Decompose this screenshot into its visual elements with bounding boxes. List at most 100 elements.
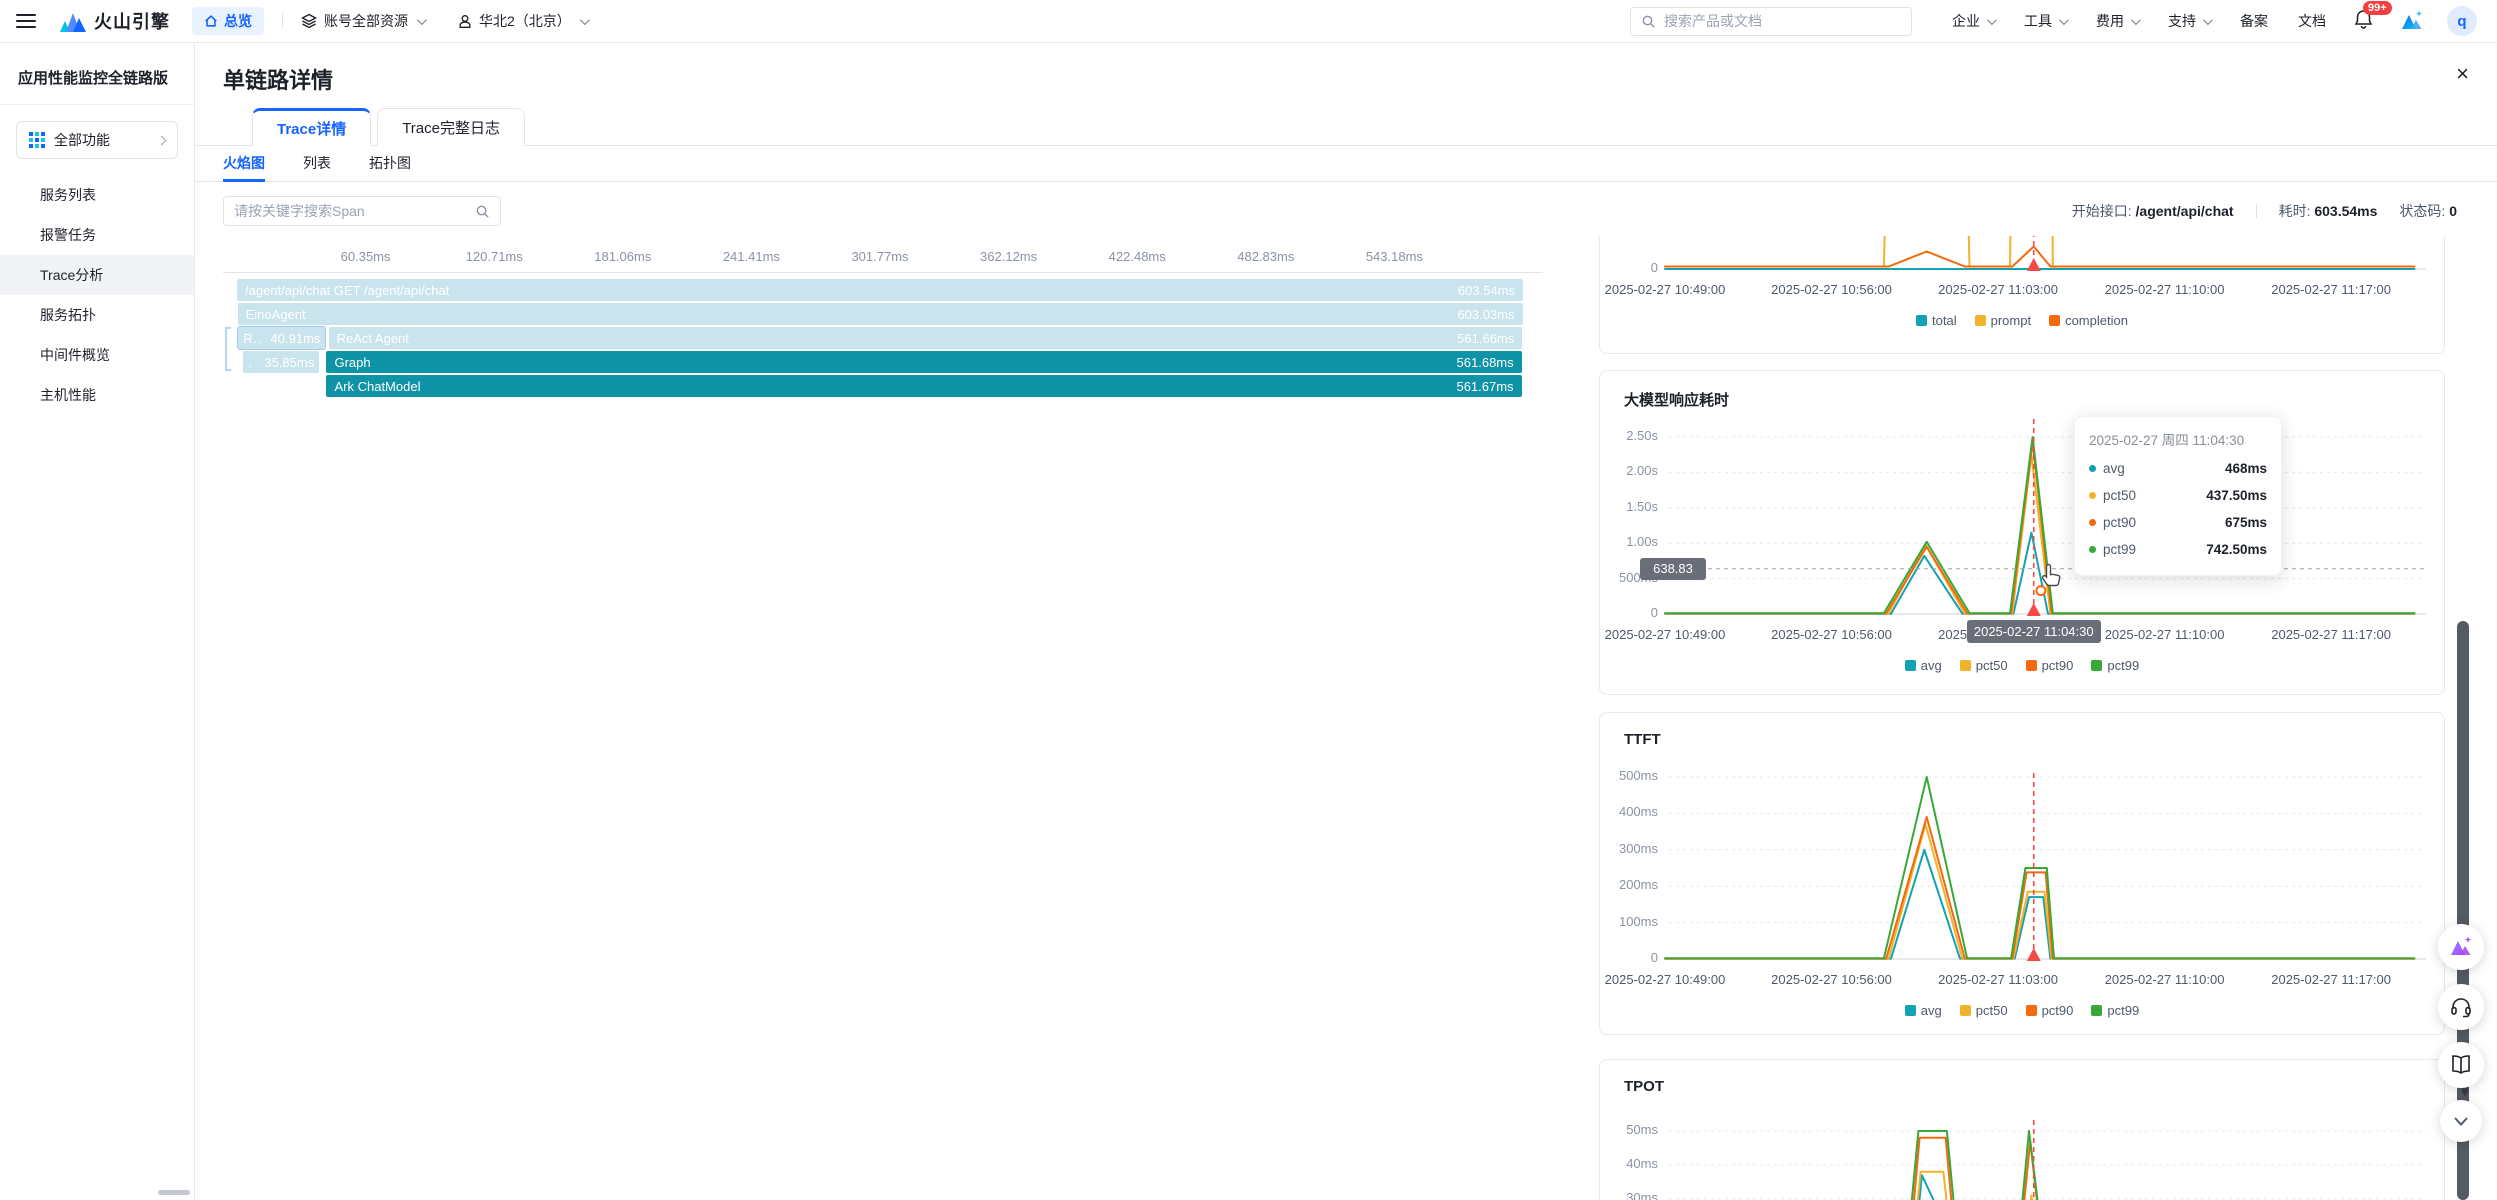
nav-menu-item[interactable]: 文档 — [2298, 11, 2326, 31]
sidebar-item[interactable]: 服务拓扑 — [0, 295, 194, 335]
tab[interactable]: Trace完整日志 — [377, 108, 525, 146]
page-title: 单链路详情 — [223, 63, 333, 95]
flame-axis-tick: 181.06ms — [578, 249, 668, 264]
nav-menu-item[interactable]: 工具 — [2024, 11, 2066, 31]
chart-legend: avg pct50 pct90 pct99 — [1600, 658, 2444, 673]
global-search[interactable] — [1630, 7, 1912, 36]
sidebar-item[interactable]: 主机性能 — [0, 375, 194, 415]
logo-mountain-icon — [58, 8, 88, 34]
search-icon — [475, 204, 490, 219]
flame-span[interactable]: EinoAgent603.03ms — [238, 303, 1523, 325]
nav-divider — [282, 13, 283, 29]
region-select[interactable]: 华北2（北京） — [458, 11, 587, 31]
legend-item[interactable]: avg — [1905, 1003, 1942, 1018]
top-nav: 火山引擎 总览 账号全部资源 — [0, 0, 2497, 43]
span-search-input[interactable] — [234, 203, 467, 219]
y-axis-tick: 2.00s — [1600, 463, 1658, 478]
chevron-down-icon — [1987, 15, 1997, 25]
flame-span[interactable]: ReAct Agent561.66ms — [329, 327, 1523, 349]
sidebar-item[interactable]: Trace分析 — [0, 255, 194, 295]
legend-item[interactable]: pct90 — [2026, 658, 2074, 673]
x-axis-tick: 2025-02-27 11:03:00 — [1918, 282, 2078, 297]
ai-assistant-icon[interactable] — [2399, 9, 2425, 33]
legend-item[interactable]: prompt — [1975, 313, 2031, 328]
flame-span[interactable]: /agent/api/chat GET /agent/api/chat603.5… — [237, 279, 1523, 301]
flame-axis-tick: 301.77ms — [835, 249, 925, 264]
tooltip-row: pct90675ms — [2089, 509, 2267, 536]
sidebar-item[interactable]: 服务列表 — [0, 175, 194, 215]
flame-span[interactable]: …35.85ms — [243, 351, 319, 373]
legend-item[interactable]: total — [1916, 313, 1957, 328]
legend-item[interactable]: completion — [2049, 313, 2128, 328]
chart-legend: avg pct50 pct90 pct99 — [1600, 1003, 2444, 1018]
subtab[interactable]: 拓扑图 — [369, 147, 411, 182]
global-search-input[interactable] — [1664, 13, 1901, 29]
search-icon — [1641, 14, 1656, 29]
all-features-button[interactable]: 全部功能 — [16, 121, 178, 159]
subtab[interactable]: 列表 — [303, 147, 331, 182]
flame-span[interactable]: Graph561.68ms — [326, 351, 1521, 373]
series-dot — [2089, 519, 2096, 526]
collapse-fab[interactable] — [2440, 1100, 2482, 1142]
volcengine-logo[interactable]: 火山引擎 — [58, 8, 170, 34]
x-axis-tick: 2025-02-27 11:17:00 — [2251, 627, 2411, 642]
flame-row: …35.85ms Graph561.68ms — [223, 351, 1553, 373]
flame-span[interactable]: R…40.91ms — [238, 327, 325, 349]
nav-menu-item[interactable]: 支持 — [2168, 11, 2210, 31]
legend-item[interactable]: avg — [1905, 658, 1942, 673]
chart-card: 大模型响应耗时2.50s2.00s1.50s1.00s500ms0638.832… — [1599, 370, 2445, 695]
nav-menu-item[interactable]: 备案 — [2240, 11, 2268, 31]
flame-selection-bracket — [225, 327, 231, 371]
nav-menu-item[interactable]: 企业 — [1952, 11, 1994, 31]
app-root: 火山引擎 总览 账号全部资源 — [0, 0, 2497, 1200]
nav-tab-overview[interactable]: 总览 — [192, 7, 264, 35]
legend-swatch — [1960, 660, 1971, 671]
account-scope-select[interactable]: 账号全部资源 — [301, 11, 424, 31]
subtab[interactable]: 火焰图 — [223, 147, 265, 182]
x-axis-tick: 2025-02-27 10:49:00 — [1599, 627, 1745, 642]
legend-swatch — [2026, 1005, 2037, 1016]
chart-title: TTFT — [1624, 731, 1661, 748]
legend-item[interactable]: pct99 — [2091, 658, 2139, 673]
sidebar-item[interactable]: 报警任务 — [0, 215, 194, 255]
flame-axis-tick: 362.12ms — [964, 249, 1054, 264]
sidebar-title: 应用性能监控全链路版 — [0, 43, 194, 105]
series-dot — [2089, 546, 2096, 553]
trace-info-item: 状态码: 0 — [2399, 201, 2457, 221]
docs-fab[interactable] — [2438, 1042, 2484, 1088]
flame-row: R…40.91msReAct Agent561.66ms — [223, 327, 1553, 349]
tab[interactable]: Trace详情 — [252, 108, 371, 146]
close-icon[interactable]: × — [2456, 63, 2469, 85]
notification-bell[interactable]: 99+ — [2354, 9, 2373, 34]
legend-item[interactable]: pct90 — [2026, 1003, 2074, 1018]
tooltip-row: pct50437.50ms — [2089, 482, 2267, 509]
chevron-down-icon — [2059, 15, 2069, 25]
x-axis-tick: 2025-02-27 10:56:00 — [1752, 282, 1912, 297]
legend-swatch — [1975, 315, 1986, 326]
series-dot — [2089, 465, 2096, 472]
tab-bar: Trace详情Trace完整日志 — [195, 107, 2497, 146]
legend-item[interactable]: pct99 — [2091, 1003, 2139, 1018]
horizontal-scrollbar[interactable] — [158, 1190, 190, 1195]
sidebar: 应用性能监控全链路版 全部功能 服务列表报警任务Trace分析服务拓扑中间件概览… — [0, 43, 195, 1200]
hamburger-menu-icon[interactable] — [16, 14, 36, 28]
nav-menu-item[interactable]: 费用 — [2096, 11, 2138, 31]
chart-card: 02025-02-27 10:49:002025-02-27 10:56:002… — [1599, 236, 2445, 354]
y-axis-tick: 1.50s — [1600, 499, 1658, 514]
support-fab[interactable] — [2438, 984, 2484, 1030]
legend-item[interactable]: pct50 — [1960, 658, 2008, 673]
location-icon — [458, 14, 472, 29]
y-axis-tick: 50ms — [1600, 1122, 1658, 1137]
x-axis-tick: 2025-02-27 10:49:00 — [1599, 972, 1745, 987]
sidebar-item[interactable]: 中间件概览 — [0, 335, 194, 375]
span-search[interactable] — [223, 196, 501, 226]
legend-swatch — [2091, 1005, 2102, 1016]
mouse-cursor — [2040, 563, 2064, 594]
ai-assistant-fab[interactable] — [2438, 924, 2484, 970]
legend-item[interactable]: pct50 — [1960, 1003, 2008, 1018]
flame-span[interactable]: Ark ChatModel561.67ms — [326, 375, 1521, 397]
flame-row: Ark ChatModel561.67ms — [223, 375, 1553, 397]
x-axis-tick: 2025-02-27 11:10:00 — [2085, 627, 2245, 642]
ai-mountain-icon — [2448, 935, 2474, 959]
avatar[interactable]: q — [2447, 6, 2477, 36]
